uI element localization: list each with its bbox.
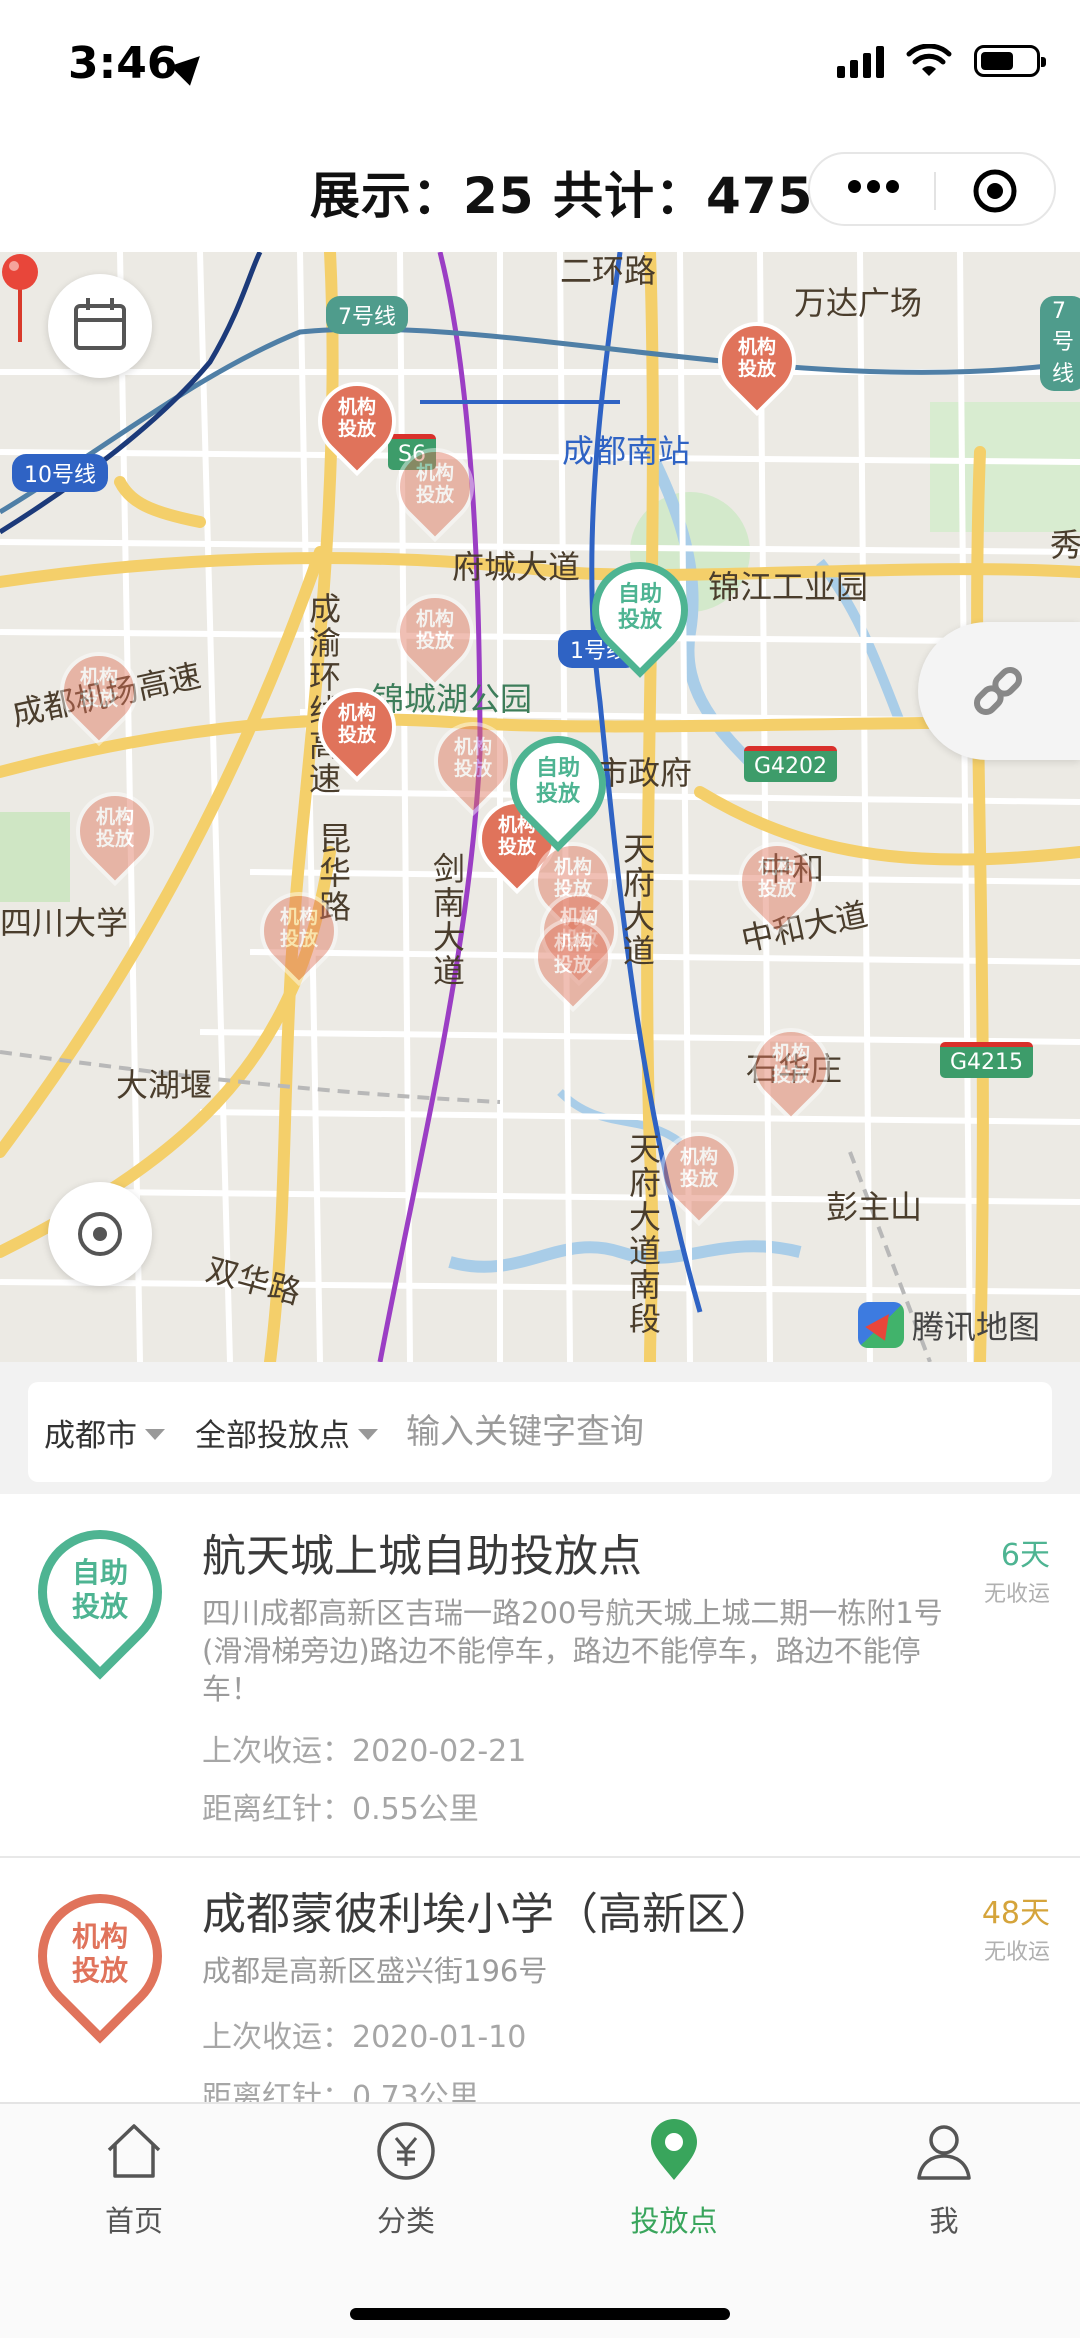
map-label-jiannan: 剑南大道 — [428, 852, 466, 988]
map-pin-org[interactable]: 机构投放 — [721, 825, 833, 937]
map-label-sichuan-univ: 四川大学 — [0, 904, 129, 942]
locate-me-button[interactable] — [48, 1182, 152, 1286]
org-drop-icon: 机构 投放 — [12, 1868, 188, 2044]
map-pin-self[interactable]: 自助 投放 — [572, 542, 708, 678]
item-title: 航天城上城自助投放点 — [202, 1531, 642, 1582]
item-title: 成都蒙彼利埃小学（高新区） — [202, 1889, 774, 1940]
map-pin-org[interactable]: 机构投放 — [243, 875, 355, 987]
more-menu-button[interactable] — [848, 178, 908, 198]
item-last-collect: 上次收运：2020-01-10 — [202, 2020, 527, 2055]
locate-icon — [78, 1212, 122, 1256]
item-last-collect: 上次收运：2020-02-21 — [202, 1734, 527, 1769]
battery-icon — [974, 45, 1046, 77]
map-label-city-gov: 市政府 — [596, 754, 693, 792]
map-label-line10: 10号线 — [12, 454, 108, 492]
wifi-icon — [906, 44, 952, 76]
tab-category[interactable]: 分类 — [316, 2118, 496, 2240]
tab-label: 首页 — [104, 2204, 163, 2238]
tab-drop-points[interactable]: 投放点 — [584, 2118, 764, 2240]
map-pin-org[interactable]: 机构投放 — [643, 1115, 755, 1227]
user-icon — [917, 2125, 971, 2180]
tab-label: 分类 — [376, 2204, 435, 2238]
map-label-g4202: G4202 — [744, 746, 838, 782]
map-view[interactable]: 二环路 万达广场 7号线 7号线 10号线 1号线 S6 成都南站 府城大道 锦… — [0, 252, 1080, 1362]
map-pin-org[interactable]: 机构投放 — [517, 901, 629, 1013]
link-icon — [973, 666, 1023, 716]
item-address: 四川成都高新区吉瑞一路200号航天城上城二期一栋附1号(滑滑梯旁边)路边不能停车… — [202, 1596, 943, 1706]
drop-point-list: 自助 投放 航天城上城自助投放点 四川成都高新区吉瑞一路200号航天城上城二期一栋… — [0, 1494, 1080, 2102]
map-label-chengdu-south: 成都南站 — [562, 432, 691, 470]
capsule-divider — [934, 172, 936, 210]
calendar-icon — [74, 298, 126, 350]
list-item[interactable]: 自助 投放 航天城上城自助投放点 四川成都高新区吉瑞一路200号航天城上城二期一栋… — [0, 1494, 1080, 1854]
map-label-line7-right: 7号线 — [1040, 296, 1080, 391]
search-area: 成都市 全部投放点 — [0, 1362, 1080, 1494]
map-label-second-ring: 二环路 — [560, 252, 657, 290]
yen-icon — [377, 2122, 435, 2180]
cellular-signal-icon — [837, 44, 884, 78]
city-select-label: 成都市 — [44, 1417, 137, 1454]
city-select[interactable]: 成都市 — [44, 1410, 165, 1455]
item-distance: 距离红针：0.73公里 — [202, 2080, 479, 2102]
map-label-xiu: 秀 — [1050, 526, 1080, 564]
map-label-g4215: G4215 — [940, 1042, 1034, 1078]
share-link-button[interactable] — [918, 622, 1080, 760]
location-pin-icon — [651, 2119, 697, 2180]
map-label-fucheng: 府城大道 — [452, 548, 581, 586]
close-mini-program-button[interactable] — [972, 168, 1018, 214]
item-days: 48天 — [981, 1896, 1050, 1931]
home-indicator[interactable] — [350, 2308, 730, 2320]
calendar-button[interactable] — [48, 274, 152, 378]
map-pin-org[interactable]: 机构投放 — [735, 1011, 847, 1123]
item-days-sub: 无收运 — [983, 1582, 1050, 1607]
category-select-label: 全部投放点 — [195, 1417, 350, 1454]
search-box: 成都市 全部投放点 — [28, 1382, 1052, 1482]
map-pin-org[interactable]: 机构投放 — [701, 305, 813, 417]
status-bar: 3:46 — [0, 0, 1080, 130]
map-pin-self[interactable]: 自助 投放 — [490, 716, 626, 852]
tab-label: 我 — [929, 2204, 959, 2238]
map-pin-org[interactable]: 机构投放 — [301, 671, 413, 783]
page-title: 展示：25 共计：475 — [310, 167, 814, 225]
list-item[interactable]: 机构 投放 成都蒙彼利埃小学（高新区） 成都是高新区盛兴街196号 上次收运：20… — [0, 1858, 1080, 2102]
item-days: 6天 — [1000, 1538, 1050, 1573]
status-icons — [837, 44, 1046, 78]
tencent-map-text: 腾讯地图 — [912, 1308, 1041, 1346]
search-input[interactable] — [404, 1411, 968, 1453]
tencent-map-logo: 腾讯地图 — [858, 1302, 1040, 1348]
map-pin-org[interactable]: 机构投放 — [301, 365, 413, 477]
map-label-line7: 7号线 — [326, 296, 408, 334]
chevron-down-icon — [358, 1428, 378, 1440]
map-label-wanda: 万达广场 — [794, 284, 923, 322]
map-pin-org[interactable]: 机构投放 — [379, 431, 491, 543]
chevron-down-icon — [145, 1428, 165, 1440]
map-label-dahuyan: 大湖堰 — [116, 1066, 213, 1104]
map-pin-org[interactable]: 机构投放 — [43, 635, 155, 747]
self-drop-icon: 自助 投放 — [12, 1504, 188, 1680]
tab-bar: 首页 分类 投放点 我 — [0, 2102, 1080, 2338]
home-icon — [107, 2124, 161, 2178]
map-pin-org[interactable]: 机构投放 — [379, 577, 491, 689]
item-distance: 距离红针：0.55公里 — [202, 1792, 479, 1827]
mini-program-capsule — [808, 152, 1056, 226]
map-pin-org[interactable]: 机构投放 — [59, 775, 171, 887]
category-select[interactable]: 全部投放点 — [195, 1410, 378, 1455]
status-time: 3:46 — [68, 38, 178, 89]
item-address: 成都是高新区盛兴街196号 — [202, 1954, 548, 1988]
map-label-tianfu: 天府大道 — [618, 832, 656, 968]
tencent-map-icon — [858, 1302, 904, 1348]
item-days-sub: 无收运 — [983, 1940, 1050, 1965]
map-label-pengzhushan: 彭主山 — [826, 1188, 923, 1226]
nav-header: 展示：25 共计：475 — [0, 130, 1080, 252]
tab-me[interactable]: 我 — [854, 2118, 1034, 2240]
red-needle-marker — [2, 254, 38, 342]
tab-label: 投放点 — [630, 2204, 718, 2238]
tab-home[interactable]: 首页 — [44, 2118, 224, 2240]
map-label-jinjiang-park: 锦江工业园 — [708, 568, 869, 606]
